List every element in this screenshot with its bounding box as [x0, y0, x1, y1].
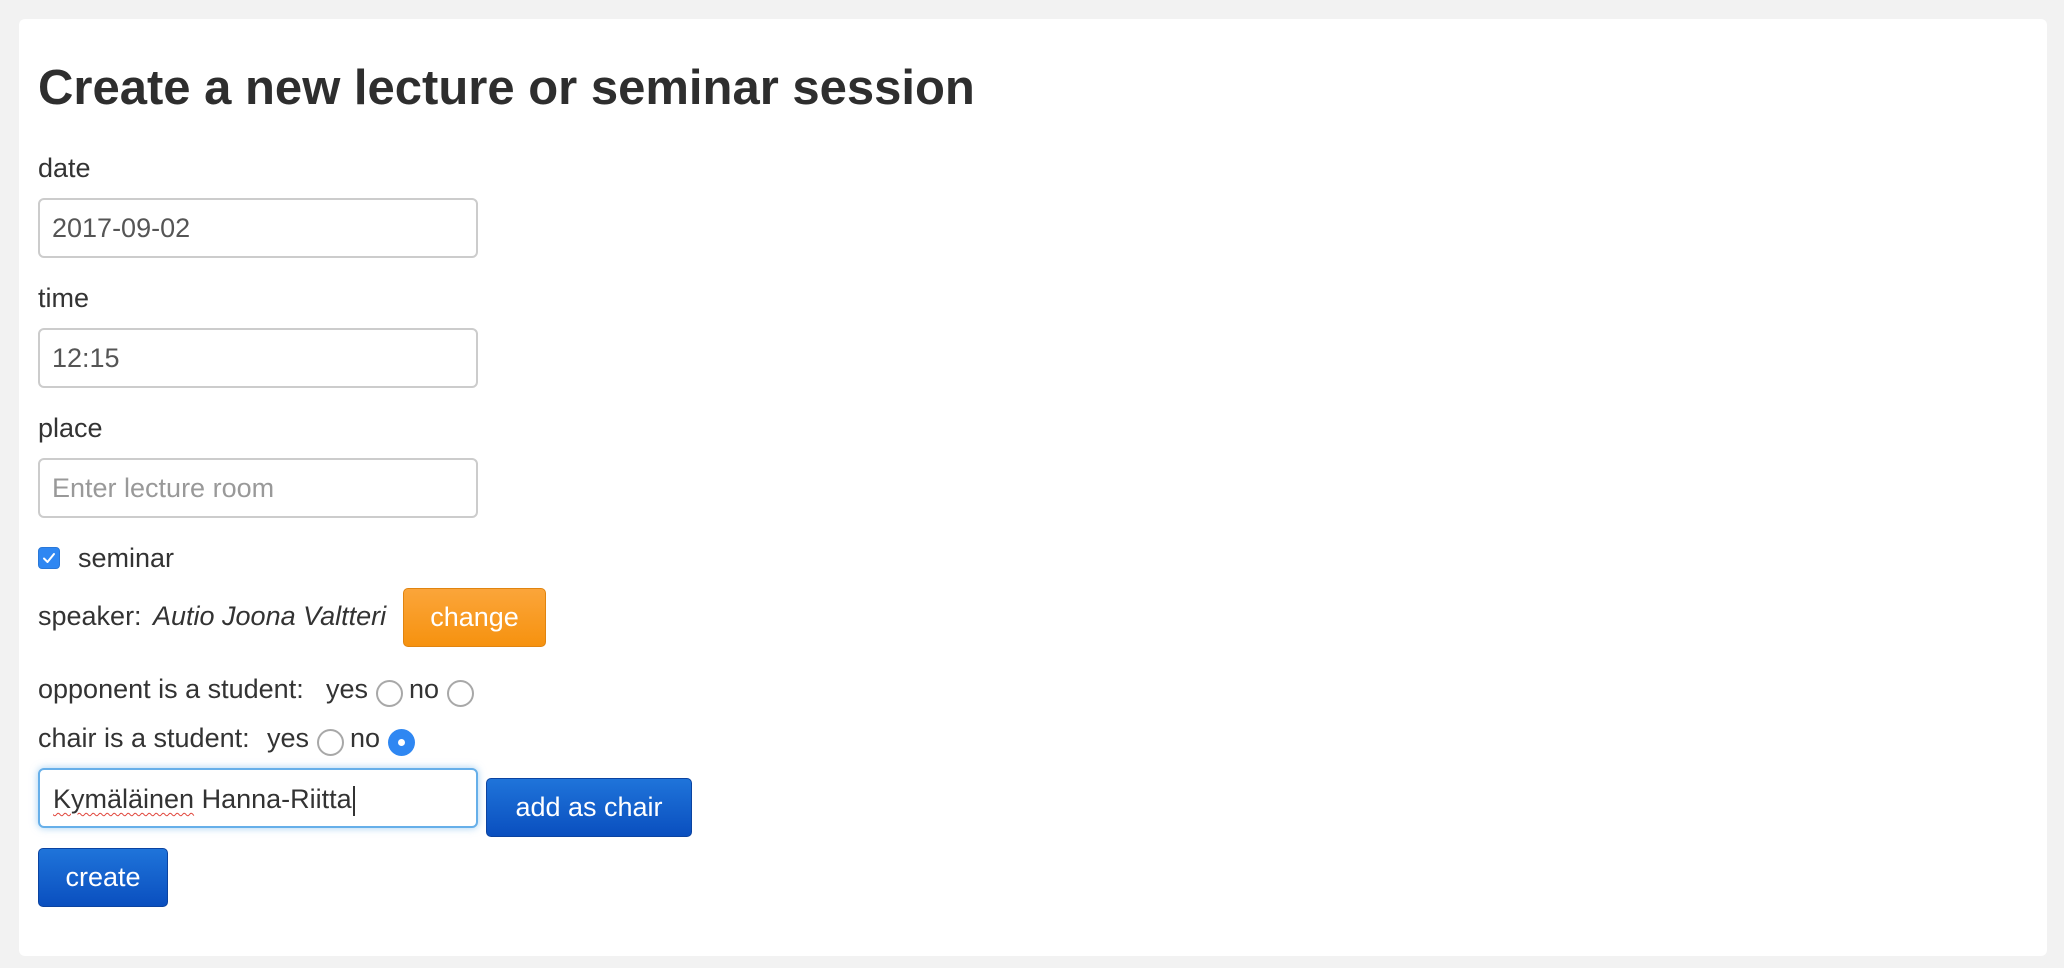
- chair-no-label: no: [350, 723, 381, 753]
- misspelled-word: Kymäläinen: [53, 784, 195, 814]
- chair-yes-radio[interactable]: [317, 729, 344, 756]
- date-input[interactable]: [38, 198, 478, 258]
- chair-yes-label: yes: [267, 723, 310, 753]
- chair-no-radio[interactable]: [388, 729, 415, 756]
- opponent-student-question: opponent is a student:: [38, 674, 304, 704]
- add-as-chair-button[interactable]: add as chair: [486, 778, 692, 837]
- chair-name-rest: Hanna-Riitta: [194, 784, 352, 814]
- opponent-yes-label: yes: [326, 674, 369, 704]
- opponent-yes-radio[interactable]: [376, 680, 403, 707]
- page-title: Create a new lecture or seminar session: [38, 61, 975, 115]
- time-label: time: [38, 283, 90, 313]
- chair-name-text: Kymäläinen Hanna-Riitta: [53, 783, 355, 816]
- seminar-checkbox[interactable]: [38, 547, 60, 569]
- place-label: place: [38, 413, 103, 443]
- place-input[interactable]: [38, 458, 478, 518]
- time-input[interactable]: [38, 328, 478, 388]
- create-button[interactable]: create: [38, 848, 168, 907]
- speaker-name: Autio Joona Valtteri: [153, 601, 387, 631]
- radio-selected-dot: [398, 739, 405, 746]
- speaker-prefix: speaker:: [38, 601, 142, 631]
- chair-student-question: chair is a student:: [38, 723, 250, 753]
- chair-name-input[interactable]: Kymäläinen Hanna-Riitta: [38, 768, 478, 828]
- seminar-label: seminar: [78, 543, 175, 573]
- change-speaker-button[interactable]: change: [403, 588, 546, 647]
- date-label: date: [38, 153, 91, 183]
- checkmark-icon: [43, 553, 55, 563]
- text-caret: [352, 785, 355, 816]
- opponent-no-radio[interactable]: [447, 680, 474, 707]
- opponent-no-label: no: [409, 674, 440, 704]
